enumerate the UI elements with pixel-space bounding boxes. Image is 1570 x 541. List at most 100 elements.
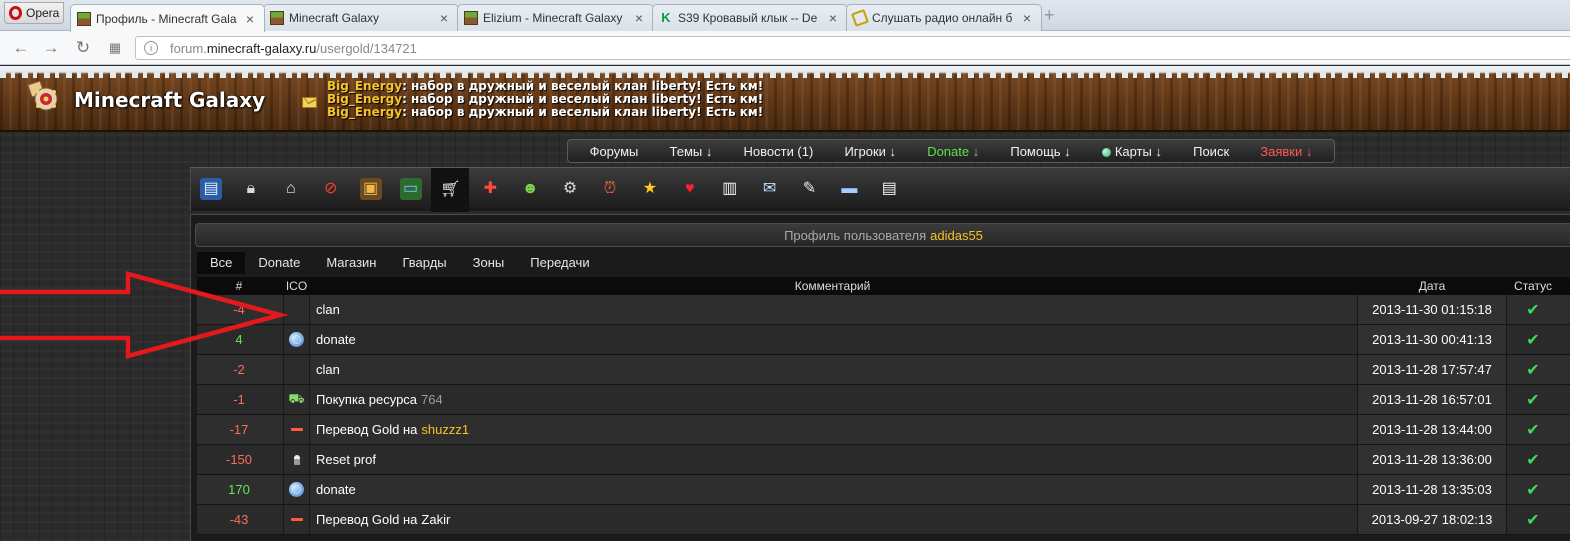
- filter-tab[interactable]: Donate: [245, 252, 313, 274]
- speed-dial-icon[interactable]: ▦: [106, 39, 124, 57]
- close-tab-icon[interactable]: ×: [244, 11, 256, 27]
- nav-item-label: Помощь ↓: [1010, 143, 1071, 159]
- col-comment[interactable]: Комментарий: [310, 279, 1355, 293]
- envelope-icon[interactable]: ✉: [756, 175, 784, 203]
- landscape-icon[interactable]: ▭: [397, 175, 425, 203]
- col-status[interactable]: Статус: [1507, 279, 1559, 293]
- transfer-target[interactable]: shuzzz1: [421, 422, 469, 437]
- site-info-icon[interactable]: i: [144, 41, 158, 55]
- new-tab-button[interactable]: +: [1044, 6, 1060, 24]
- browser-tab[interactable]: K S39 Кровавый клык -- De ×: [652, 4, 848, 31]
- tab-label: S39 Кровавый клык -- De: [678, 11, 818, 25]
- ban-icon[interactable]: ⊘: [317, 175, 345, 203]
- galaxy-logo-icon[interactable]: [24, 79, 66, 113]
- icon-cell: [283, 295, 310, 324]
- col-ico[interactable]: ICO: [283, 279, 310, 293]
- nav-item[interactable]: Помощь ↓: [1010, 144, 1070, 159]
- home-icon[interactable]: ⌂: [277, 175, 305, 203]
- profile-card-icon[interactable]: ▤: [197, 175, 225, 203]
- site-logo-text[interactable]: Minecraft Galaxy: [74, 88, 265, 112]
- table-header: # ICO Комментарий Дата Статус: [197, 277, 1570, 295]
- gear-icon[interactable]: ⚙: [556, 175, 584, 203]
- filter-tab[interactable]: Передачи: [517, 252, 602, 274]
- nav-item[interactable]: Заявки ↓: [1260, 144, 1312, 159]
- col-num[interactable]: #: [197, 279, 281, 293]
- browser-tab[interactable]: Minecraft Galaxy ×: [263, 4, 459, 31]
- date-cell: 2013-11-28 17:57:47: [1357, 355, 1507, 384]
- comment-cell: donate: [310, 325, 1355, 354]
- shout-user[interactable]: Big_Energy: [327, 79, 402, 93]
- nav-item-label: Игроки ↓: [844, 143, 897, 159]
- user-icon-glyph: ☻: [521, 180, 539, 197]
- filter-tab[interactable]: Все: [197, 252, 246, 274]
- nav-item[interactable]: Новости (1): [744, 144, 814, 159]
- tab-label: Minecraft Galaxy: [289, 11, 380, 25]
- transfer-target[interactable]: Zakir: [421, 512, 450, 527]
- amount-cell: -43: [229, 512, 249, 527]
- reload-button[interactable]: ↻: [74, 39, 92, 57]
- nav-item[interactable]: Карты ↓: [1101, 144, 1162, 159]
- table-row: -2 clan 2013-11-28 17:57:47 ✔: [197, 355, 1570, 385]
- nav-item[interactable]: Игроки ↓: [844, 144, 896, 159]
- main-nav-menu: Форумы Темы ↓ Новости (1) Игроки ↓ Donate ↓ П…: [567, 139, 1335, 163]
- bar-chart-icon[interactable]: ▥: [716, 175, 744, 203]
- close-tab-icon[interactable]: ×: [633, 10, 645, 26]
- user-icon[interactable]: ☻: [516, 175, 544, 203]
- notepad-icon[interactable]: ▤: [875, 175, 903, 203]
- gold-filter-tabs: Все Donate Магазин Гварды Зоны Передачи: [197, 252, 603, 274]
- col-date[interactable]: Дата: [1357, 279, 1507, 293]
- profile-panel: Профиль пользователя adidas55 Все Donate М…: [190, 214, 1570, 541]
- back-button[interactable]: ←: [12, 39, 30, 57]
- alarm-clock-icon[interactable]: ⏰︎: [596, 175, 624, 203]
- comment-cell: Перевод Gold на shuzzz1: [310, 415, 1355, 444]
- cart-icon[interactable]: 🛒︎: [431, 168, 470, 212]
- nav-item[interactable]: Темы ↓: [670, 144, 713, 159]
- profile-icon-toolbar: ▤ 🔒︎ ⌂ ⊘ ▣ ▭ 🛒︎ ✚ ☻ ⚙ ⏰︎ ★ ♥ ▥ ✉ ✎ ▬ ▤: [190, 167, 1570, 212]
- picture-frame-icon[interactable]: ▣: [357, 175, 385, 203]
- nav-item[interactable]: Поиск: [1193, 144, 1229, 159]
- opera-menu-button[interactable]: Opera: [4, 2, 64, 24]
- amount-cell: 4: [235, 332, 243, 347]
- ban-icon-glyph: ⊘: [323, 180, 338, 197]
- status-ok-icon: ✔: [1526, 391, 1540, 409]
- filter-tab[interactable]: Гварды: [389, 252, 459, 274]
- shout-user[interactable]: Big_Energy: [327, 105, 402, 119]
- medal-icon[interactable]: ✚: [476, 175, 504, 203]
- nav-item[interactable]: Donate ↓: [927, 144, 979, 159]
- table-row: 4 donate 2013-11-30 00:41:13 ✔: [197, 325, 1570, 355]
- url-input[interactable]: i forum. minecraft-galaxy.ru/usergold/134…: [135, 36, 1570, 60]
- forward-button[interactable]: →: [42, 39, 60, 57]
- nav-item-label: Donate ↓: [927, 143, 980, 159]
- nav-item[interactable]: Форумы: [590, 144, 639, 159]
- site-header: Minecraft Galaxy Big_Energy: набор в дру…: [0, 66, 1570, 132]
- donate-icon: [289, 332, 304, 347]
- transfer-icon: [289, 512, 304, 527]
- amount-cell: -4: [233, 302, 245, 317]
- site-page: Minecraft Galaxy Big_Energy: набор в дру…: [0, 66, 1570, 541]
- close-tab-icon[interactable]: ×: [438, 10, 450, 26]
- amount-cell: -17: [229, 422, 249, 437]
- lock-icon[interactable]: 🔒︎: [237, 175, 265, 203]
- tab-label: Elizium - Minecraft Galaxy: [483, 11, 623, 25]
- close-tab-icon[interactable]: ×: [827, 10, 839, 26]
- filter-tab[interactable]: Зоны: [460, 252, 518, 274]
- edit-icon[interactable]: ✎: [796, 175, 824, 203]
- folder-icon-glyph: ▬: [841, 180, 858, 197]
- filter-tab[interactable]: Магазин: [313, 252, 389, 274]
- status-ok-icon: ✔: [1526, 331, 1540, 349]
- browser-tab[interactable]: Слушать радио онлайн б ×: [846, 4, 1042, 31]
- heart-icon[interactable]: ♥: [676, 175, 704, 203]
- shout-text: : набор в дружный и веселый клан liberty…: [402, 92, 764, 106]
- browser-tab[interactable]: Профиль - Minecraft Gala ×: [70, 4, 265, 32]
- shout-user[interactable]: Big_Energy: [327, 92, 402, 106]
- shoutbox: Big_Energy: набор в дружный и веселый кл…: [327, 80, 763, 119]
- browser-tab[interactable]: Elizium - Minecraft Galaxy ×: [457, 4, 654, 31]
- close-tab-icon[interactable]: ×: [1021, 10, 1033, 26]
- comment-text: Перевод Gold на: [316, 422, 418, 437]
- transfer-icon: [289, 422, 304, 437]
- date-cell: 2013-11-28 13:36:00: [1357, 445, 1507, 474]
- profile-username[interactable]: adidas55: [930, 228, 983, 243]
- icon-cell: ⛟: [283, 385, 310, 414]
- folder-icon[interactable]: ▬: [835, 175, 863, 203]
- star-icon[interactable]: ★: [636, 175, 664, 203]
